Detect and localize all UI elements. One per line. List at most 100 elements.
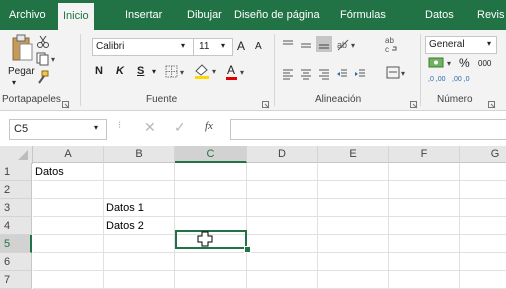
cell-c2[interactable]	[175, 181, 247, 199]
column-header-c[interactable]: C	[175, 146, 247, 163]
tab-revisar[interactable]: Revis	[477, 0, 505, 30]
paste-button-label[interactable]: Pegar	[8, 66, 35, 77]
cell-g2[interactable]	[460, 181, 506, 199]
font-dialog-launcher-icon[interactable]	[262, 96, 270, 109]
cell-g5[interactable]	[460, 235, 506, 253]
grow-font-button[interactable]: A	[237, 39, 245, 53]
tab-diseno-de-pagina[interactable]: Diseño de página	[234, 0, 320, 30]
borders-icon[interactable]: ▾	[165, 65, 187, 79]
cell-a1[interactable]: Datos	[33, 163, 104, 181]
merge-center-icon[interactable]: ▾	[386, 66, 408, 80]
percent-style-button[interactable]: %	[459, 56, 470, 70]
tab-dibujar[interactable]: Dibujar	[187, 0, 222, 30]
cell-b7[interactable]	[104, 271, 175, 289]
chevron-down-icon[interactable]: ▾	[152, 67, 156, 76]
tab-archivo[interactable]: Archivo	[9, 0, 46, 30]
row-header-3[interactable]: 3	[0, 199, 32, 217]
align-middle-icon[interactable]	[300, 38, 312, 50]
bold-button[interactable]: N	[95, 65, 103, 77]
cell-b3[interactable]: Datos 1	[104, 199, 175, 217]
cell-c7[interactable]	[175, 271, 247, 289]
align-left-icon[interactable]	[282, 67, 294, 80]
column-header-a[interactable]: A	[33, 146, 104, 163]
cell-b5[interactable]	[104, 235, 175, 253]
cell-f7[interactable]	[389, 271, 460, 289]
column-header-e[interactable]: E	[318, 146, 389, 163]
cell-b1[interactable]	[104, 163, 175, 181]
cell-g4[interactable]	[460, 217, 506, 235]
font-name-dropdown[interactable]: Calibri ▾	[92, 38, 194, 56]
enter-check-icon[interactable]: ✓	[174, 119, 186, 136]
increase-decimal-button[interactable]: ,0 ,00	[428, 76, 446, 83]
cancel-icon[interactable]: ✕	[144, 119, 156, 136]
italic-button[interactable]: K	[116, 65, 124, 77]
cell-d2[interactable]	[247, 181, 318, 199]
row-header-5[interactable]: 5	[0, 235, 32, 253]
fill-color-icon[interactable]: ▾	[193, 63, 221, 79]
cell-d7[interactable]	[247, 271, 318, 289]
cell-a4[interactable]	[33, 217, 104, 235]
wrap-text-icon[interactable]: ab c	[384, 34, 398, 54]
row-header-1[interactable]: 1	[0, 163, 32, 181]
cell-f4[interactable]	[389, 217, 460, 235]
tab-datos[interactable]: Datos	[425, 0, 454, 30]
formula-input[interactable]	[230, 119, 506, 140]
alignment-dialog-launcher-icon[interactable]	[410, 96, 418, 109]
cell-c1[interactable]	[175, 163, 247, 181]
cell-e4[interactable]	[318, 217, 389, 235]
tab-formulas[interactable]: Fórmulas	[340, 0, 386, 30]
shrink-font-button[interactable]: A	[255, 41, 262, 52]
clipboard-dialog-launcher-icon[interactable]	[62, 96, 70, 109]
cell-a2[interactable]	[33, 181, 104, 199]
column-header-d[interactable]: D	[247, 146, 318, 163]
align-bottom-icon[interactable]	[316, 36, 332, 52]
select-all-corner[interactable]	[0, 146, 33, 164]
formula-bar-splitter-icon[interactable]: ⁝	[118, 120, 121, 131]
cell-d4[interactable]	[247, 217, 318, 235]
cell-b6[interactable]	[104, 253, 175, 271]
column-header-g[interactable]: G	[460, 146, 506, 163]
cell-b2[interactable]	[104, 181, 175, 199]
cell-a6[interactable]	[33, 253, 104, 271]
cell-f2[interactable]	[389, 181, 460, 199]
orientation-icon[interactable]: ab ▾	[336, 36, 358, 52]
cut-icon[interactable]	[36, 35, 50, 49]
cell-g7[interactable]	[460, 271, 506, 289]
copy-icon[interactable]: ▾	[36, 52, 58, 66]
number-format-dropdown[interactable]: General ▾	[425, 36, 497, 54]
column-header-b[interactable]: B	[104, 146, 175, 163]
cell-c3[interactable]	[175, 199, 247, 217]
cell-d5[interactable]	[247, 235, 318, 253]
column-header-f[interactable]: F	[389, 146, 460, 163]
cell-e1[interactable]	[318, 163, 389, 181]
row-header-7[interactable]: 7	[0, 271, 32, 289]
cell-f5[interactable]	[389, 235, 460, 253]
cell-f1[interactable]	[389, 163, 460, 181]
cell-a5[interactable]	[33, 235, 104, 253]
currency-format-icon[interactable]: ▾	[428, 56, 456, 70]
format-painter-icon[interactable]	[36, 70, 50, 84]
cell-a7[interactable]	[33, 271, 104, 289]
underline-button[interactable]: S	[137, 65, 144, 77]
font-color-icon[interactable]: A ▾	[225, 63, 247, 81]
row-header-4[interactable]: 4	[0, 217, 32, 235]
decrease-indent-icon[interactable]	[336, 67, 348, 79]
cell-f3[interactable]	[389, 199, 460, 217]
cell-e3[interactable]	[318, 199, 389, 217]
cell-d6[interactable]	[247, 253, 318, 271]
tab-insertar[interactable]: Insertar	[125, 0, 162, 30]
align-top-icon[interactable]	[282, 38, 294, 50]
name-box[interactable]: C5 ▾	[9, 119, 107, 140]
insert-function-icon[interactable]: fx	[205, 120, 213, 132]
fill-handle[interactable]	[244, 246, 251, 253]
paste-icon[interactable]	[10, 34, 34, 64]
cell-b4[interactable]: Datos 2	[104, 217, 175, 235]
increase-indent-icon[interactable]	[354, 67, 366, 79]
cell-d1[interactable]	[247, 163, 318, 181]
cell-f6[interactable]	[389, 253, 460, 271]
number-dialog-launcher-icon[interactable]	[488, 96, 496, 109]
cell-g3[interactable]	[460, 199, 506, 217]
tab-inicio[interactable]: Inicio	[58, 3, 94, 30]
worksheet-grid[interactable]: A B C D E F G 1 2 3 4 5 6 7 Datos Datos 1…	[0, 146, 506, 289]
align-right-icon[interactable]	[318, 67, 330, 80]
